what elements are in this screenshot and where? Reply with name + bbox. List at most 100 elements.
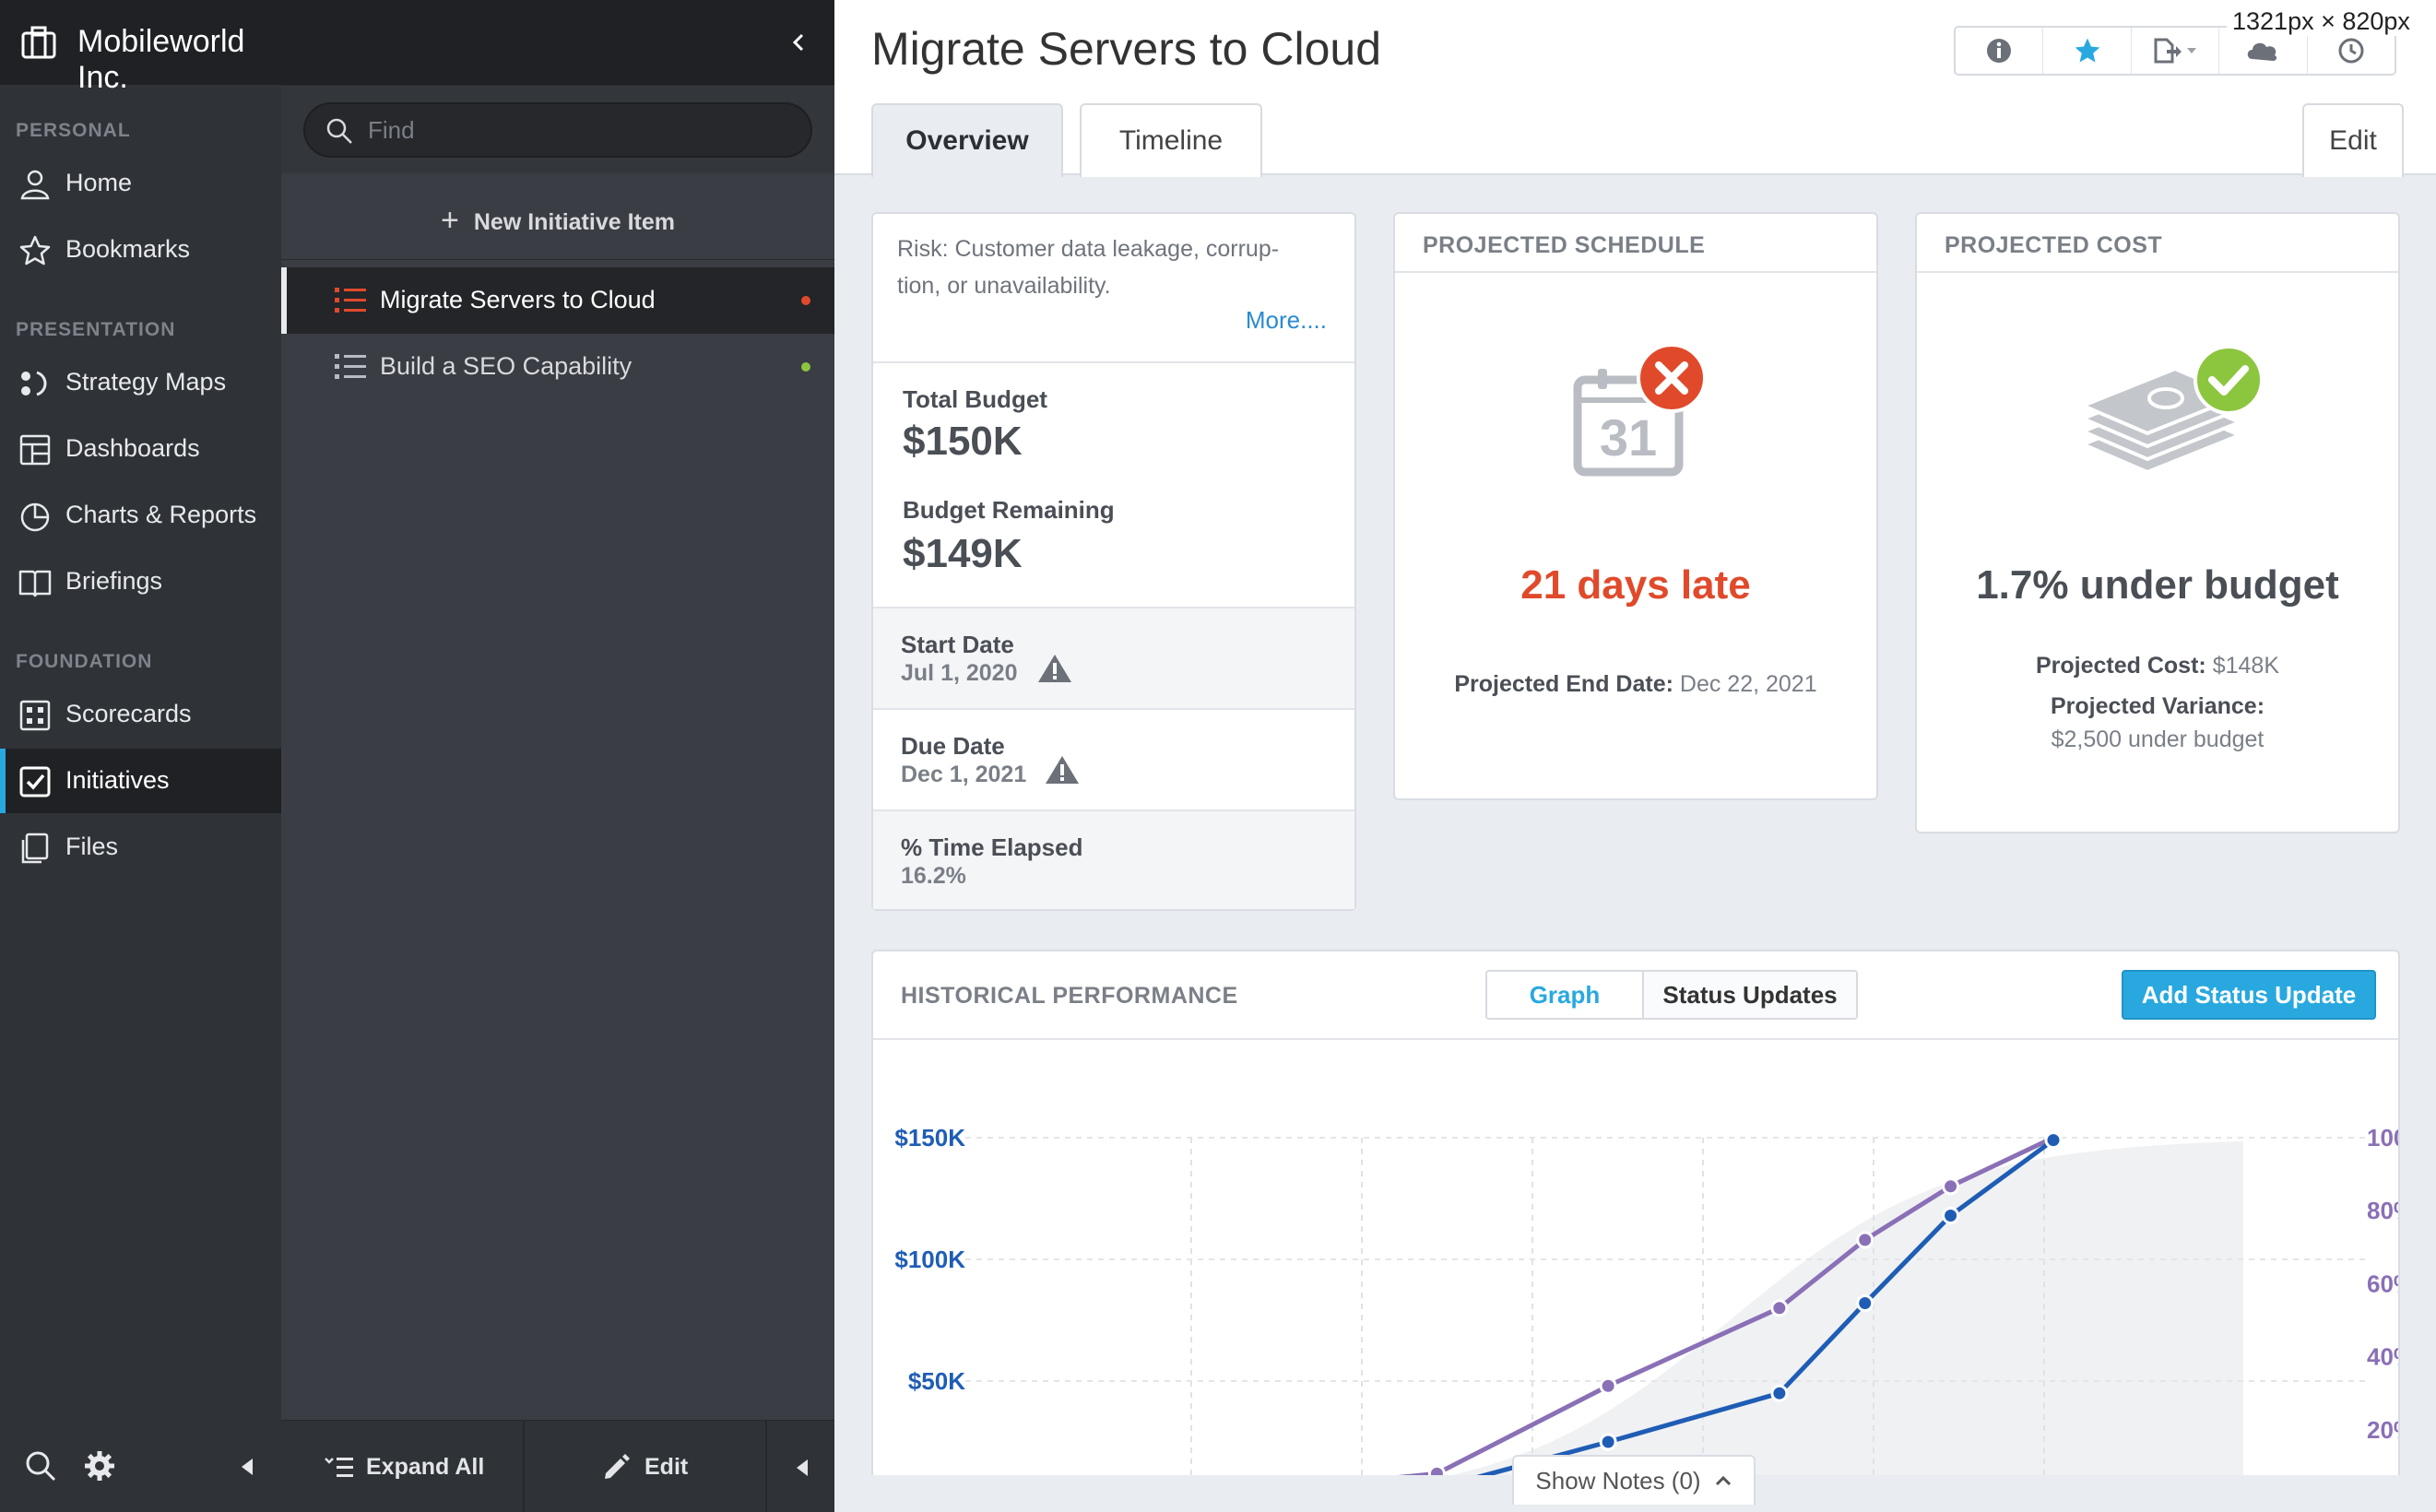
schedule-status: 21 days late xyxy=(1520,562,1751,608)
footer-divider xyxy=(765,1421,767,1512)
nav-footer xyxy=(0,1420,281,1512)
total-budget-label: Total Budget xyxy=(903,385,1047,413)
chevron-left-icon[interactable] xyxy=(791,32,806,53)
cloud-icon xyxy=(2248,42,2277,61)
projected-cost-card: PROJECTED COST 1.7% under budget Project… xyxy=(1915,212,2400,833)
tab-timeline[interactable]: Timeline xyxy=(1080,103,1262,177)
plus-icon: + xyxy=(441,203,459,238)
expand-all-button[interactable]: Expand All xyxy=(324,1421,484,1512)
add-status-update-button[interactable]: Add Status Update xyxy=(2122,970,2376,1020)
book-icon xyxy=(18,570,52,597)
search-icon[interactable] xyxy=(24,1449,57,1482)
section-presentation: PRESENTATION xyxy=(16,319,176,340)
collapse-list-icon[interactable] xyxy=(793,1458,810,1478)
due-date-row: Due Date Dec 1, 2021 xyxy=(873,710,1354,809)
projected-variance-line: Projected Variance: xyxy=(1917,693,2398,720)
export-icon xyxy=(2154,38,2197,64)
projected-schedule-card: PROJECTED SCHEDULE 31 21 days late Proje… xyxy=(1393,212,1878,800)
expand-all-label: Expand All xyxy=(366,1453,485,1480)
info-button[interactable] xyxy=(1956,28,2044,74)
total-budget-value: $150K xyxy=(903,419,1023,464)
left-axis-tick-label: $100K xyxy=(894,1246,965,1273)
background-area xyxy=(1021,1140,2243,1503)
list-header xyxy=(281,0,834,85)
expand-icon xyxy=(325,1458,353,1477)
nav-item-dashboards[interactable]: Dashboards xyxy=(0,417,281,481)
org-name: Mobileworld Inc. xyxy=(77,24,245,95)
nav-item-initiatives[interactable]: Initiatives xyxy=(0,749,281,813)
dashboard-icon xyxy=(19,434,51,466)
export-button[interactable] xyxy=(2132,28,2220,74)
right-axis-tick-label: 100% xyxy=(2367,1124,2398,1152)
time-elapsed-row: % Time Elapsed 16.2% xyxy=(873,811,1354,909)
data-point xyxy=(1599,1433,1617,1451)
nav-label: Initiatives xyxy=(65,766,170,794)
risk-text: Risk: Customer data leakage, corrup-tion… xyxy=(897,236,1280,299)
data-point xyxy=(1770,1299,1789,1317)
projected-variance-value: $2,500 under budget xyxy=(2051,726,2265,752)
data-point xyxy=(1770,1384,1789,1402)
pencil-icon xyxy=(605,1454,630,1479)
data-point xyxy=(2044,1131,2063,1150)
strategy-map-icon xyxy=(21,371,47,396)
new-initiative-item-button[interactable]: + New Initiative Item xyxy=(281,186,834,260)
divider xyxy=(873,361,1354,363)
right-axis-tick-label: 40% xyxy=(2367,1343,2398,1371)
card-header: PROJECTED SCHEDULE xyxy=(1395,214,1876,273)
card-header: PROJECTED COST xyxy=(1917,214,2398,273)
nav-item-scorecards[interactable]: Scorecards xyxy=(0,682,281,747)
tab-overview[interactable]: Overview xyxy=(871,103,1063,177)
chevron-up-icon xyxy=(1715,1475,1731,1486)
right-axis-tick-label: 60% xyxy=(2367,1270,2398,1297)
person-icon xyxy=(20,170,50,200)
list-item-label: Build a SEO Capability xyxy=(380,352,633,380)
list-item[interactable]: Build a SEO Capability xyxy=(281,334,834,400)
nav-item-home[interactable]: Home xyxy=(0,151,281,216)
section-foundation: FOUNDATION xyxy=(16,651,153,672)
collapse-nav-icon[interactable] xyxy=(238,1457,254,1477)
search-input[interactable] xyxy=(368,113,792,147)
show-notes-button[interactable]: Show Notes (0) xyxy=(1512,1455,1756,1505)
left-axis-tick-label: $50K xyxy=(908,1367,965,1395)
bookmark-button[interactable] xyxy=(2043,28,2132,74)
nav-label: Scorecards xyxy=(65,700,192,727)
edit-button[interactable]: Edit xyxy=(2302,103,2404,177)
main-nav: Mobileworld Inc. PERSONAL Home Bookmarks… xyxy=(0,0,804,1512)
initiative-list-icon xyxy=(335,354,366,379)
summary-card: Risk: Customer data leakage, corrup-tion… xyxy=(871,212,1356,911)
historical-performance-card: HISTORICAL PERFORMANCE Graph Status Upda… xyxy=(871,950,2400,1512)
data-point xyxy=(1856,1294,1874,1313)
end-date-label: Projected End Date: xyxy=(1454,671,1673,697)
show-notes-label: Show Notes (0) xyxy=(1535,1466,1701,1494)
search-bar xyxy=(281,85,834,173)
section-personal: PERSONAL xyxy=(16,120,131,141)
nav-item-briefings[interactable]: Briefings xyxy=(0,549,281,614)
list-item[interactable]: Migrate Servers to Cloud xyxy=(281,267,834,334)
initiatives-list-panel: + New Initiative Item Migrate Servers to… xyxy=(281,0,834,1512)
org-header[interactable]: Mobileworld Inc. xyxy=(0,0,804,95)
initiative-list-icon xyxy=(335,288,366,313)
edit-list-button[interactable]: Edit xyxy=(600,1421,688,1512)
list-footer: Expand All Edit xyxy=(281,1420,834,1512)
warning-icon xyxy=(1046,756,1079,784)
gear-icon[interactable] xyxy=(83,1449,116,1482)
left-axis-tick-label: $150K xyxy=(894,1124,965,1152)
pie-chart-icon xyxy=(20,502,50,532)
projected-cost-line: Projected Cost: $148K xyxy=(1917,653,2398,679)
edit-list-label: Edit xyxy=(644,1453,689,1480)
card-title: PROJECTED COST xyxy=(1945,232,2163,258)
clock-icon xyxy=(2338,38,2364,64)
card-title: PROJECTED SCHEDULE xyxy=(1423,232,1706,258)
more-link[interactable]: More.... xyxy=(1246,306,1327,335)
graph-toggle[interactable]: Graph xyxy=(1487,972,1644,1018)
star-icon xyxy=(2075,38,2099,63)
start-date-label: Start Date xyxy=(901,631,1014,658)
search-field[interactable] xyxy=(303,102,812,158)
nav-item-files[interactable]: Files xyxy=(0,815,281,880)
nav-item-bookmarks[interactable]: Bookmarks xyxy=(0,218,281,282)
status-updates-toggle[interactable]: Status Updates xyxy=(1644,972,1856,1018)
nav-label: Dashboards xyxy=(65,434,200,462)
nav-item-strategy-maps[interactable]: Strategy Maps xyxy=(0,350,281,415)
nav-label: Home xyxy=(65,169,133,196)
nav-item-charts-reports[interactable]: Charts & Reports xyxy=(0,483,281,548)
